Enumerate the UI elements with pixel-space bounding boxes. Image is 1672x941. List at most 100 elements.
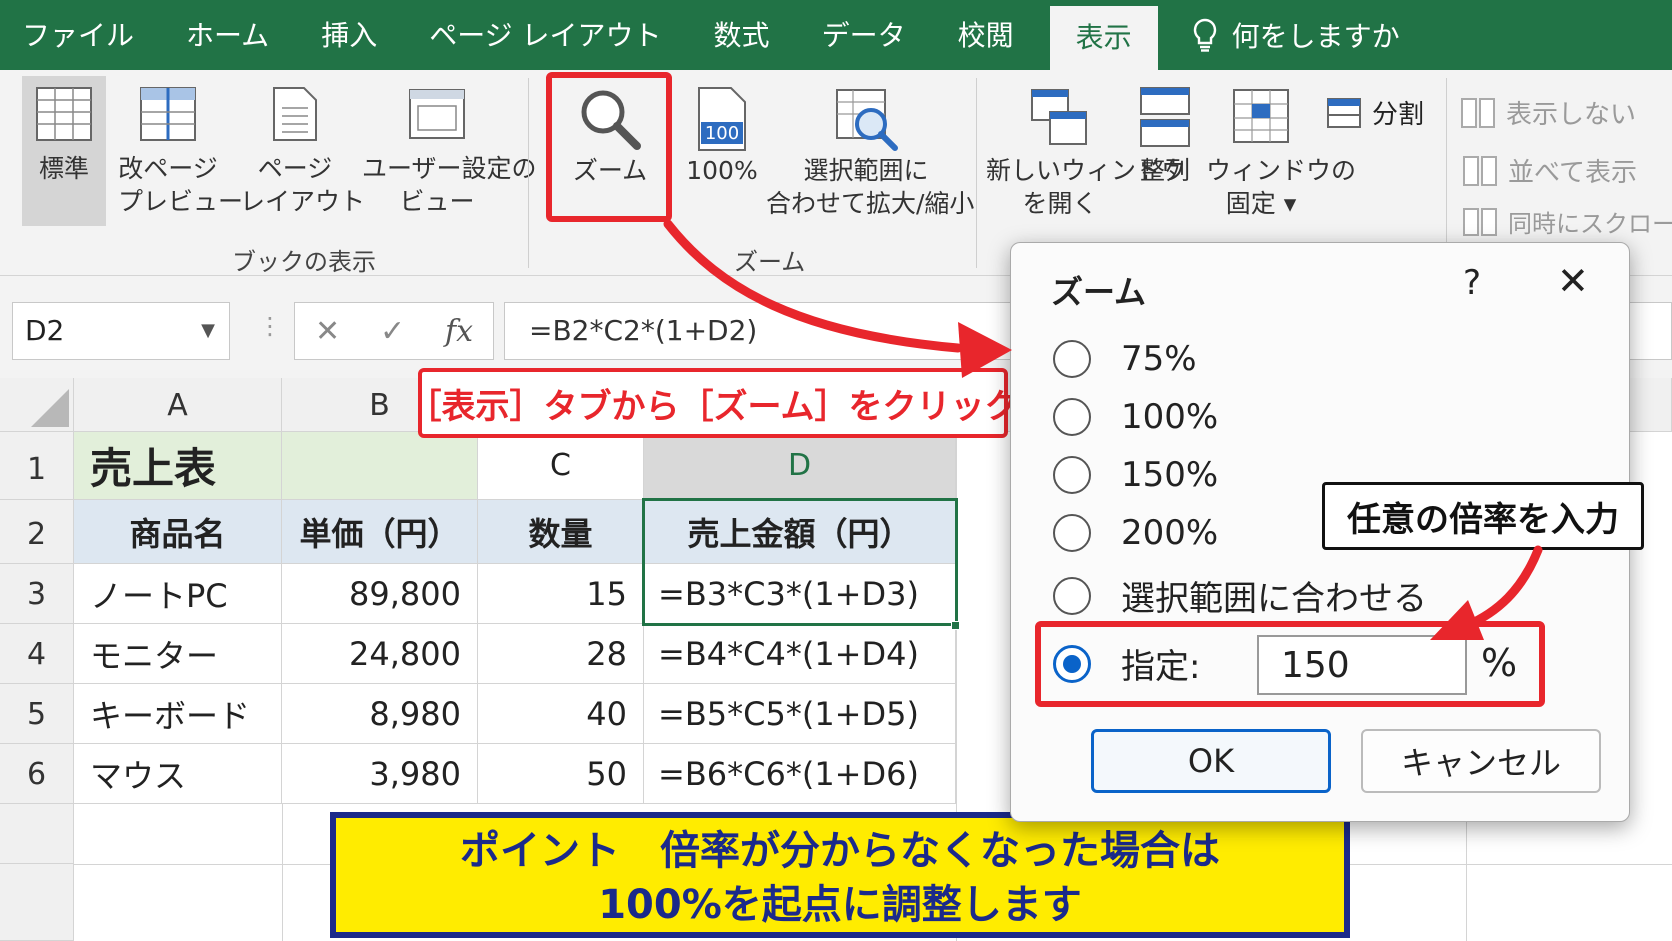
zoom-option-100-label: 100% — [1121, 397, 1219, 437]
name-box-value: D2 — [25, 314, 65, 347]
zoom-100-button[interactable]: 100 100% — [682, 86, 762, 187]
formula-bar-grip-icon[interactable]: ⋮ — [258, 312, 282, 340]
zoom-option-200-label: 200% — [1121, 513, 1219, 553]
custom-zoom-input[interactable]: 150 — [1257, 635, 1467, 695]
column-header-a[interactable]: A — [74, 378, 282, 432]
zoom-selection-label-1: 選択範囲に — [803, 156, 929, 185]
radio-fit-selection[interactable] — [1053, 576, 1091, 615]
name-box-dropdown-icon[interactable]: ▼ — [201, 303, 215, 359]
formula-buttons: ✕ ✓ fx — [294, 302, 494, 360]
page-layout-label-1: ページ — [257, 154, 333, 183]
radio-150[interactable] — [1053, 456, 1091, 494]
insert-function-icon[interactable]: fx — [445, 314, 473, 349]
tab-data[interactable]: データ — [796, 0, 932, 70]
custom-views-label-1: ユーザー設定の — [362, 154, 537, 183]
zoom-100-label: 100% — [686, 156, 758, 185]
tab-insert[interactable]: 挿入 — [295, 0, 403, 70]
zoom-100-icon: 100 — [698, 87, 746, 151]
tab-review[interactable]: 校閲 — [932, 0, 1040, 70]
zoom-option-custom[interactable]: 指定: — [1053, 639, 1200, 688]
page-break-preview-button[interactable]: 改ページ プレビュー — [118, 86, 243, 218]
split-label: 分割 — [1372, 100, 1425, 130]
lightbulb-icon — [1193, 18, 1216, 52]
cell-c2[interactable]: 数量 — [478, 500, 644, 564]
row-header-4[interactable]: 4 — [0, 624, 74, 684]
cell-c4[interactable]: 28 — [478, 624, 644, 684]
tab-formulas[interactable]: 数式 — [688, 0, 796, 70]
cell-b5[interactable]: 8,980 — [282, 684, 478, 744]
side-by-side-label: 並べて表示 — [1508, 158, 1637, 188]
cell-a1[interactable]: 売上表 — [74, 432, 282, 500]
zoom-group-label: ズーム — [734, 248, 806, 276]
cell-b6[interactable]: 3,980 — [282, 744, 478, 804]
tab-view[interactable]: 表示 — [1049, 6, 1158, 70]
page-layout-icon — [273, 87, 317, 141]
normal-view-button[interactable]: 標準 — [22, 76, 106, 226]
sync-scroll-label: 同時にスクロール — [1508, 210, 1672, 238]
cell-b1[interactable] — [282, 432, 478, 500]
new-window-button[interactable]: 新しいウィンドウ を開く — [986, 86, 1186, 220]
cell-a4[interactable]: モニター — [74, 624, 282, 684]
help-icon[interactable]: ? — [1463, 263, 1481, 303]
tab-page-layout[interactable]: ページ レイアウト — [403, 0, 687, 70]
row-header-8[interactable] — [0, 864, 74, 941]
enter-entry-icon[interactable]: ✓ — [380, 314, 405, 349]
page-layout-view-button[interactable]: ページ レイアウト — [240, 86, 365, 218]
point-line-1: ポイント 倍率が分からなくなった場合は — [460, 828, 1220, 874]
custom-views-label-2: ビュー — [399, 187, 475, 216]
cell-c5[interactable]: 40 — [478, 684, 644, 744]
zoom-option-75[interactable]: 75% — [1053, 339, 1197, 379]
cell-d2[interactable]: 売上金額（円） — [644, 500, 956, 564]
cell-d6[interactable]: =B6*C6*(1+D6) — [644, 744, 956, 804]
row-header-5[interactable]: 5 — [0, 684, 74, 744]
cell-b3[interactable]: 89,800 — [282, 564, 478, 624]
zoom-option-100[interactable]: 100% — [1053, 397, 1218, 437]
split-button[interactable]: 分割 — [1326, 94, 1424, 131]
point-line-2: 100%を起点に調整します — [598, 882, 1082, 928]
arrange-all-button[interactable]: 整列 — [1134, 86, 1196, 187]
name-box[interactable]: D2 ▼ — [12, 302, 230, 360]
cell-b2[interactable]: 単価（円） — [282, 500, 478, 564]
select-all-button[interactable] — [0, 378, 74, 432]
custom-views-button[interactable]: ユーザー設定の ビュー — [362, 86, 537, 218]
cell-c6[interactable]: 50 — [478, 744, 644, 804]
zoom-option-150[interactable]: 150% — [1053, 455, 1218, 495]
radio-75[interactable] — [1053, 340, 1091, 378]
row-header-2[interactable]: 2 — [0, 500, 74, 564]
cell-a5[interactable]: キーボード — [74, 684, 282, 744]
zoom-option-200[interactable]: 200% — [1053, 513, 1218, 553]
grid-line — [282, 804, 283, 941]
hide-button[interactable]: 表示しない — [1460, 94, 1636, 131]
cell-d1[interactable]: D — [644, 432, 956, 500]
cell-a3[interactable]: ノートPC — [74, 564, 282, 624]
cell-a2[interactable]: 商品名 — [74, 500, 282, 564]
cell-b4[interactable]: 24,800 — [282, 624, 478, 684]
freeze-panes-button[interactable]: ウィンドウの 固定 ▾ — [1206, 86, 1356, 220]
row-header-1[interactable]: 1 — [0, 432, 74, 500]
cell-d4[interactable]: =B4*C4*(1+D4) — [644, 624, 956, 684]
cell-c3[interactable]: 15 — [478, 564, 644, 624]
row-header-6[interactable]: 6 — [0, 744, 74, 804]
zoom-option-fit-selection[interactable]: 選択範囲に合わせる — [1053, 571, 1427, 620]
fill-handle[interactable] — [951, 621, 960, 630]
cancel-button[interactable]: キャンセル — [1361, 729, 1601, 793]
hide-window-icon — [1461, 97, 1495, 128]
cell-d5[interactable]: =B5*C5*(1+D5) — [644, 684, 956, 744]
cell-a6[interactable]: マウス — [74, 744, 282, 804]
cell-c1[interactable]: C — [478, 432, 644, 500]
tab-file[interactable]: ファイル — [0, 0, 160, 70]
tell-me-box[interactable]: 何をしますか — [1192, 15, 1400, 55]
radio-100[interactable] — [1053, 398, 1091, 436]
sync-scroll-button[interactable]: 同時にスクロール — [1462, 204, 1672, 239]
close-icon[interactable]: ✕ — [1557, 259, 1589, 303]
row-header-3[interactable]: 3 — [0, 564, 74, 624]
row-header-7[interactable] — [0, 804, 74, 864]
side-by-side-button[interactable]: 並べて表示 — [1462, 152, 1637, 189]
radio-custom[interactable] — [1053, 644, 1091, 683]
tab-home[interactable]: ホーム — [160, 0, 295, 70]
zoom-to-selection-button[interactable]: 選択範囲に 合わせて拡大/縮小 — [766, 86, 974, 220]
ok-button[interactable]: OK — [1091, 729, 1331, 793]
radio-200[interactable] — [1053, 514, 1091, 552]
cell-d3[interactable]: =B3*C3*(1+D3) — [644, 564, 956, 624]
cancel-entry-icon[interactable]: ✕ — [315, 314, 340, 349]
